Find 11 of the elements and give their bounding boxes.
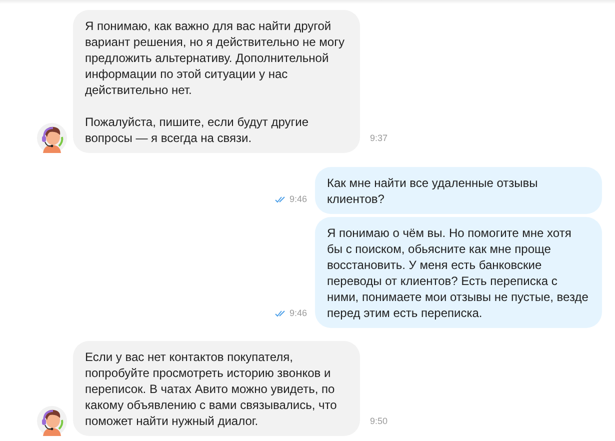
message-text: Я понимаю о чём вы. Но помогите мне хотя бы с поиском, обьясните как мне проще восстановить. У меня есть банковские переводы от клиентов? Есть переписка с ними, понимаете мои отзывы не пустые, везде перед этим есть переписка.: [327, 225, 590, 321]
support-avatar-icon: [37, 123, 67, 153]
message-text: Я понимаю, как важно для вас найти другой вариант решения, но я действительно не могу предложить альтернативу. Дополнительной информации по этой ситуации у нас действительно нет.: [85, 18, 346, 98]
support-avatar-icon: [37, 406, 67, 436]
message-time: 9:37: [370, 133, 388, 143]
message-time: 9:50: [370, 416, 388, 426]
message-time: 9:46: [289, 194, 307, 204]
message-time: 9:46: [289, 308, 307, 318]
message-text: Если у вас нет контактов покупателя, попробуйте просмотреть историю звонков и переписок. В чатах Авито можно увидеть, по какому объявлению с вами связывались, что поможет найти нужный диалог.: [85, 349, 338, 429]
message-text: Пожалуйста, пишите, если будут другие вопросы — я всегда на связи.: [85, 114, 310, 146]
message-text: Как мне найти все удаленные отзывы клиентов?: [327, 175, 539, 207]
